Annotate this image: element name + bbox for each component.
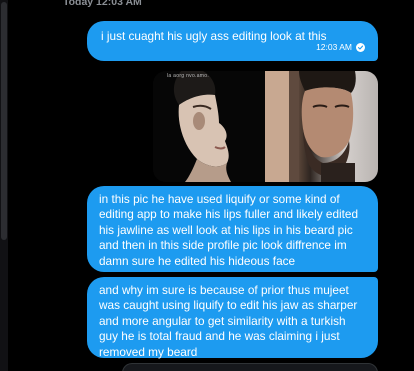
message-text: i just cuaght his ugly ass editing look … bbox=[101, 29, 327, 43]
message-bubble[interactable]: in this pic he have used liquify or some… bbox=[87, 186, 378, 272]
message-time: 12:03 AM bbox=[316, 41, 352, 52]
message-bubble[interactable]: and why im sure is because of prior thus… bbox=[87, 277, 378, 359]
message-bubble[interactable]: i just cuaght his ugly ass editing look … bbox=[87, 21, 378, 61]
right-gutter bbox=[394, 0, 414, 371]
side-profile-photo: la aorg nvo.amo. bbox=[153, 71, 265, 182]
message-bubble-partial[interactable] bbox=[122, 363, 378, 371]
check-circle-icon bbox=[356, 42, 365, 52]
day-separator: Today 12:03 AM bbox=[63, 0, 142, 8]
dm-conversation: Today 12:03 AM i just cuaght his ugly as… bbox=[0, 0, 414, 371]
message-text: and why im sure is because of prior thus… bbox=[99, 283, 358, 359]
message-meta: 12:03 AM bbox=[316, 40, 365, 55]
scrollbar-track[interactable] bbox=[0, 0, 8, 371]
beard-photo bbox=[265, 71, 378, 182]
media-attachment[interactable]: la aorg nvo.amo. bbox=[153, 71, 378, 182]
scrollbar-thumb[interactable] bbox=[1, 2, 7, 240]
media-caption: la aorg nvo.amo. bbox=[167, 73, 210, 79]
message-text: in this pic he have used liquify or some… bbox=[99, 192, 359, 268]
